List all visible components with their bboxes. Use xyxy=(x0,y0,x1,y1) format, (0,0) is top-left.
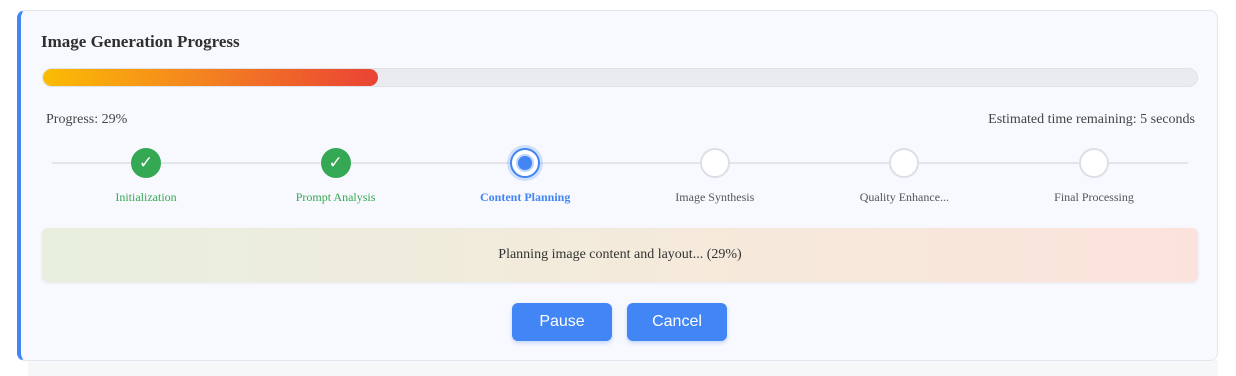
step-initialization: ✓ Initialization xyxy=(56,148,236,205)
step-label: Final Processing xyxy=(1054,190,1134,204)
progress-bar-fill xyxy=(43,69,378,86)
checkmark-icon: ✓ xyxy=(328,152,343,173)
step-circle xyxy=(699,148,730,178)
step-image-synthesis: Image Synthesis xyxy=(625,148,805,205)
step-quality-enhance: Quality Enhance... xyxy=(814,148,994,205)
step-circle xyxy=(510,148,541,178)
step-prompt-analysis: ✓ Prompt Analysis xyxy=(246,148,426,205)
step-label: Initialization xyxy=(115,190,177,204)
step-final-processing: Final Processing xyxy=(1004,148,1184,205)
progress-bar xyxy=(42,68,1198,87)
step-indicator: ✓ Initialization ✓ Prompt Analysis Content P… xyxy=(52,148,1188,208)
pause-button[interactable]: Pause xyxy=(512,303,612,341)
step-label: Content Planning xyxy=(480,190,571,204)
status-message-box: Planning image content and layout... (29… xyxy=(42,228,1198,282)
active-dot-icon xyxy=(518,156,533,170)
page-background xyxy=(28,360,1218,376)
cancel-button[interactable]: Cancel xyxy=(627,303,727,341)
step-circle xyxy=(1079,148,1109,178)
status-message: Planning image content and layout... (29… xyxy=(498,247,742,262)
step-circle xyxy=(889,148,920,178)
step-label: Quality Enhance... xyxy=(859,190,950,204)
step-circle: ✓ xyxy=(320,148,351,178)
progress-panel: Image Generation Progress Progress: 29% … xyxy=(17,10,1218,361)
checkmark-icon: ✓ xyxy=(138,152,154,173)
panel-title: Image Generation Progress xyxy=(41,32,240,51)
step-circle: ✓ xyxy=(131,148,161,178)
progress-percent-label: Progress: 29% xyxy=(46,112,128,127)
step-label: Image Synthesis xyxy=(675,190,755,204)
step-content-planning: Content Planning xyxy=(435,148,615,205)
step-label: Prompt Analysis xyxy=(295,190,376,204)
eta-label: Estimated time remaining: 5 seconds xyxy=(988,112,1195,127)
